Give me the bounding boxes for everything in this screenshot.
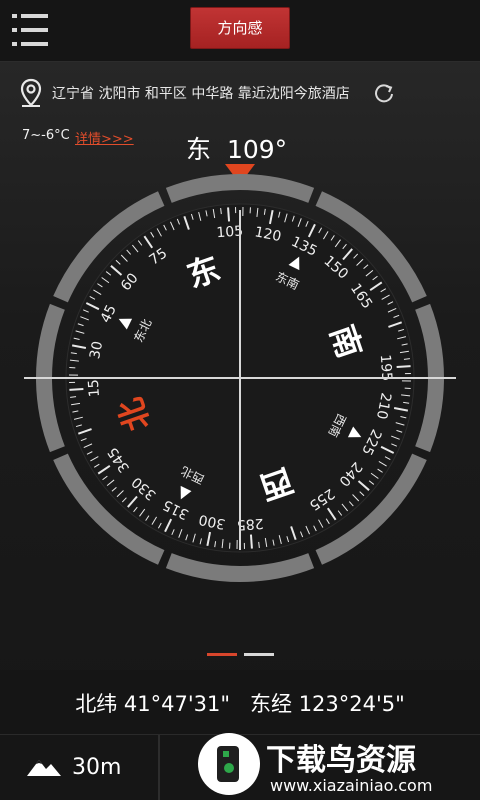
degree-tick	[220, 208, 222, 215]
latitude-text: 北纬 41°47'31"	[75, 692, 230, 716]
bottom-divider	[158, 735, 160, 800]
heading-readout: 东 109°	[186, 130, 287, 166]
degree-tick	[69, 387, 84, 391]
degree-tick	[403, 358, 410, 360]
degree-tick	[258, 541, 260, 548]
bird-icon	[217, 746, 239, 782]
weather-detail-link[interactable]: 详情>>>	[75, 128, 134, 147]
altitude-value: 30m	[72, 755, 122, 780]
watermark-url: www.xiazainiao.com	[270, 776, 433, 795]
pager-dot[interactable]	[244, 653, 274, 656]
degree-number: 15	[86, 379, 103, 398]
longitude-text: 东经 123°24'5"	[250, 692, 405, 716]
compass-dial[interactable]: 105 120 1351501651952102252402552853003153…	[22, 164, 458, 600]
watermark-logo	[198, 733, 260, 795]
location-row: 辽宁省 沈阳市 和平区 中华路 靠近沈阳今旅酒店	[20, 78, 420, 112]
app-title-button[interactable]: 方向感	[190, 7, 290, 49]
mountain-icon	[27, 760, 61, 776]
heading-degrees: 109°	[226, 135, 288, 164]
heading-direction: 东	[186, 135, 212, 164]
degree-tick	[70, 396, 77, 398]
bezel-segment	[165, 553, 315, 582]
menu-icon[interactable]	[12, 12, 48, 48]
map-pin-icon	[20, 78, 42, 107]
bezel-segment	[165, 174, 315, 203]
degree-tick	[227, 207, 231, 222]
location-text: 辽宁省 沈阳市 和平区 中华路 靠近沈阳今旅酒店	[52, 86, 350, 102]
refresh-icon[interactable]	[373, 83, 395, 105]
coordinates-text: 北纬 41°47'31" 东经 123°24'5"	[0, 688, 480, 718]
watermark-title: 下载鸟资源	[266, 743, 416, 778]
degree-tick	[396, 365, 411, 369]
pager-dot-active[interactable]	[207, 653, 237, 656]
top-bar: 方向感	[0, 0, 480, 62]
degree-tick	[249, 534, 253, 549]
temperature-text: 7~-6°C	[22, 128, 70, 143]
degree-number: 30	[87, 340, 106, 361]
